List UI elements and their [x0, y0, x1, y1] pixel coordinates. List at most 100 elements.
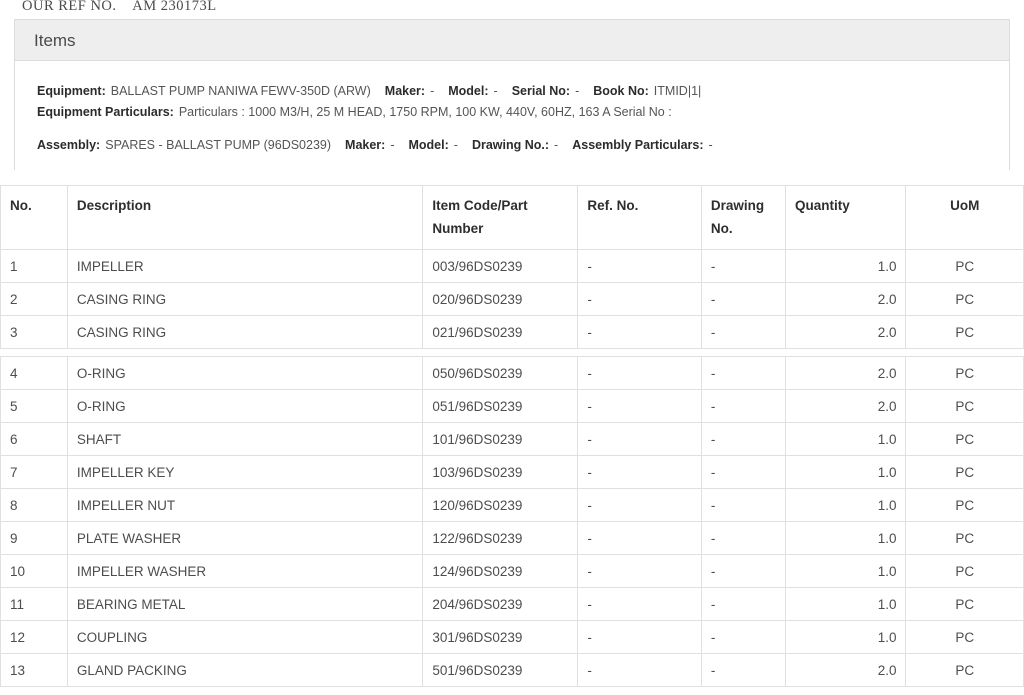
cell-quantity: 2.0: [785, 357, 906, 390]
cell-ref-no: -: [578, 621, 702, 654]
cell-no: 6: [1, 423, 68, 456]
cell-no: 2: [1, 283, 68, 316]
cell-description: O-RING: [67, 357, 423, 390]
cell-description: COUPLING: [67, 621, 423, 654]
cell-ref-no: -: [578, 588, 702, 621]
cell-quantity: 1.0: [785, 423, 906, 456]
equipment-value: BALLAST PUMP NANIWA FEWV-350D (ARW): [111, 84, 371, 98]
table-row[interactable]: 1IMPELLER003/96DS0239--1.0PC: [1, 250, 1024, 283]
cell-no: 10: [1, 555, 68, 588]
cell-drawing-no: -: [701, 621, 785, 654]
cell-drawing-no: -: [701, 588, 785, 621]
column-header-description[interactable]: Description: [67, 186, 423, 250]
cell-item-code: 003/96DS0239: [423, 250, 578, 283]
equipment-meta-block: Equipment: BALLAST PUMP NANIWA FEWV-350D …: [15, 61, 1009, 170]
items-table-body-page-1: 1IMPELLER003/96DS0239--1.0PC2CASING RING…: [1, 250, 1024, 349]
cell-quantity: 1.0: [785, 621, 906, 654]
cell-no: 8: [1, 489, 68, 522]
column-header-ref-no[interactable]: Ref. No.: [578, 186, 702, 250]
cell-no: 11: [1, 588, 68, 621]
cell-drawing-no: -: [701, 283, 785, 316]
table-row[interactable]: 11BEARING METAL204/96DS0239--1.0PC: [1, 588, 1024, 621]
model-value: -: [494, 84, 498, 98]
cell-item-code: 021/96DS0239: [423, 316, 578, 349]
table-row[interactable]: 3CASING RING021/96DS0239--2.0PC: [1, 316, 1024, 349]
cell-drawing-no: -: [701, 555, 785, 588]
cell-uom: PC: [906, 654, 1024, 687]
column-header-drawing-line2: No.: [711, 221, 733, 236]
cell-drawing-no: -: [701, 522, 785, 555]
column-header-item-code-line2: Number: [432, 221, 483, 236]
column-header-drawing-line1: Drawing: [711, 198, 764, 213]
column-header-no[interactable]: No.: [1, 186, 68, 250]
table-row[interactable]: 5O-RING051/96DS0239--2.0PC: [1, 390, 1024, 423]
cell-uom: PC: [906, 522, 1024, 555]
cell-quantity: 2.0: [785, 390, 906, 423]
equipment-row: Equipment: BALLAST PUMP NANIWA FEWV-350D …: [37, 81, 1009, 102]
cell-quantity: 1.0: [785, 250, 906, 283]
cell-ref-no: -: [578, 316, 702, 349]
assembly-row: Assembly:SPARES - BALLAST PUMP (96DS0239…: [37, 135, 1009, 156]
equipment-particulars-row: Equipment Particulars:Particulars : 1000…: [37, 102, 1009, 123]
cell-no: 4: [1, 357, 68, 390]
cell-ref-no: -: [578, 283, 702, 316]
column-header-item-code[interactable]: Item Code/PartNumber: [423, 186, 578, 250]
cell-item-code: 124/96DS0239: [423, 555, 578, 588]
cell-quantity: 1.0: [785, 456, 906, 489]
equipment-label: Equipment:: [37, 84, 106, 98]
book-no-label: Book No:: [593, 84, 649, 98]
table-header-row: No. Description Item Code/PartNumber Ref…: [1, 186, 1024, 250]
cell-description: IMPELLER KEY: [67, 456, 423, 489]
cell-quantity: 2.0: [785, 654, 906, 687]
cell-item-code: 122/96DS0239: [423, 522, 578, 555]
column-header-quantity[interactable]: Quantity: [785, 186, 906, 250]
table-row[interactable]: 6SHAFT101/96DS0239--1.0PC: [1, 423, 1024, 456]
assembly-particulars-label: Assembly Particulars:: [572, 138, 703, 152]
cell-drawing-no: -: [701, 456, 785, 489]
cell-uom: PC: [906, 489, 1024, 522]
cell-uom: PC: [906, 390, 1024, 423]
cell-quantity: 1.0: [785, 555, 906, 588]
cell-description: SHAFT: [67, 423, 423, 456]
cell-ref-no: -: [578, 456, 702, 489]
cell-description: BEARING METAL: [67, 588, 423, 621]
assembly-model-value: -: [454, 138, 458, 152]
cell-item-code: 204/96DS0239: [423, 588, 578, 621]
assembly-value: SPARES - BALLAST PUMP (96DS0239): [105, 138, 331, 152]
maker-value: -: [430, 84, 434, 98]
table-row[interactable]: 9PLATE WASHER122/96DS0239--1.0PC: [1, 522, 1024, 555]
cell-uom: PC: [906, 555, 1024, 588]
serial-no-label: Serial No:: [512, 84, 570, 98]
column-header-drawing-no[interactable]: Drawing No.: [701, 186, 785, 250]
cell-uom: PC: [906, 250, 1024, 283]
cell-description: O-RING: [67, 390, 423, 423]
cell-quantity: 1.0: [785, 489, 906, 522]
cell-ref-no: -: [578, 357, 702, 390]
column-header-uom[interactable]: UoM: [906, 186, 1024, 250]
cell-description: IMPELLER: [67, 250, 423, 283]
cell-ref-no: -: [578, 423, 702, 456]
table-row[interactable]: 10IMPELLER WASHER124/96DS0239--1.0PC: [1, 555, 1024, 588]
cell-no: 7: [1, 456, 68, 489]
cell-ref-no: -: [578, 489, 702, 522]
cell-item-code: 020/96DS0239: [423, 283, 578, 316]
items-table-continued: 4O-RING050/96DS0239--2.0PC5O-RING051/96D…: [0, 356, 1024, 687]
cell-quantity: 1.0: [785, 522, 906, 555]
table-row[interactable]: 8IMPELLER NUT120/96DS0239--1.0PC: [1, 489, 1024, 522]
table-row[interactable]: 4O-RING050/96DS0239--2.0PC: [1, 357, 1024, 390]
cell-item-code: 050/96DS0239: [423, 357, 578, 390]
table-row[interactable]: 13GLAND PACKING501/96DS0239--2.0PC: [1, 654, 1024, 687]
table-row[interactable]: 2CASING RING020/96DS0239--2.0PC: [1, 283, 1024, 316]
cell-ref-no: -: [578, 555, 702, 588]
table-row[interactable]: 12COUPLING301/96DS0239--1.0PC: [1, 621, 1024, 654]
items-table-page-1: No. Description Item Code/PartNumber Ref…: [0, 185, 1024, 349]
cell-description: GLAND PACKING: [67, 654, 423, 687]
cell-uom: PC: [906, 588, 1024, 621]
cell-ref-no: -: [578, 390, 702, 423]
items-table-page-2: 4O-RING050/96DS0239--2.0PC5O-RING051/96D…: [0, 356, 1024, 687]
cell-item-code: 501/96DS0239: [423, 654, 578, 687]
items-panel-header: Items: [15, 20, 1009, 61]
table-row[interactable]: 7IMPELLER KEY103/96DS0239--1.0PC: [1, 456, 1024, 489]
cell-description: IMPELLER NUT: [67, 489, 423, 522]
cell-quantity: 2.0: [785, 316, 906, 349]
